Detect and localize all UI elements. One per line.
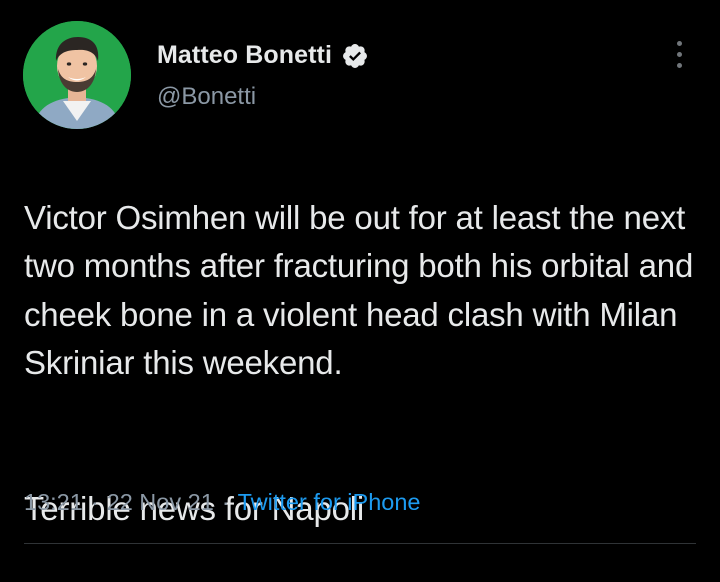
more-dot xyxy=(676,51,682,57)
divider xyxy=(24,543,696,544)
tweet-date[interactable]: 22 Nov 21 xyxy=(107,489,214,516)
meta-separator: · xyxy=(90,489,99,515)
tweet-text: Victor Osimhen will be out for at least … xyxy=(24,145,704,582)
tweet-source-link[interactable]: Twitter for iPhone xyxy=(238,489,421,516)
display-name[interactable]: Matteo Bonetti xyxy=(157,41,332,70)
verified-badge-icon xyxy=(341,42,369,70)
tweet-time[interactable]: 13:21 xyxy=(24,489,83,516)
tweet-text-paragraph: Victor Osimhen will be out for at least … xyxy=(24,198,694,382)
more-dot xyxy=(676,40,682,46)
tweet-meta: 13:21 · 22 Nov 21 · Twitter for iPhone xyxy=(24,489,420,516)
author-handle[interactable]: @Bonetti xyxy=(157,83,256,111)
avatar[interactable] xyxy=(23,21,131,129)
more-dot xyxy=(676,62,682,68)
avatar-photo xyxy=(23,21,131,129)
more-options-icon[interactable] xyxy=(664,36,694,72)
author-name-row: Matteo Bonetti xyxy=(157,41,369,70)
tweet-card: Matteo Bonetti @Bonetti Victor Osimhen w… xyxy=(0,0,720,565)
meta-separator: · xyxy=(221,489,230,515)
